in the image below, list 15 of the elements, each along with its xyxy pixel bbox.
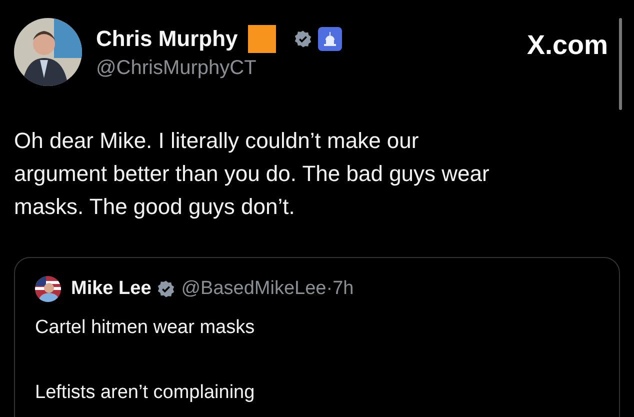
quoted-post-card[interactable]: Mike Lee @BasedMikeLee·7h Cartel hitmen wear masks Leftists aren’t complaining <box>14 257 620 417</box>
capitol-icon <box>318 26 342 50</box>
quoted-author-name[interactable]: Mike Lee <box>71 278 152 300</box>
square-emoji-icon <box>248 24 276 52</box>
verified-badge-icon <box>157 280 176 298</box>
quoted-author-handle[interactable]: @BasedMikeLee <box>181 278 326 300</box>
verified-badge-icon <box>294 30 312 48</box>
quoted-post-text: Cartel hitmen wear masks <box>35 316 256 340</box>
site-logo: X.com <box>526 30 608 60</box>
scrollbar[interactable] <box>619 18 622 110</box>
post-text: Oh dear Mike. I literally couldn’t make our argument better than you do. The bad guys wear masks. The good guys don’t. <box>14 127 490 221</box>
post-time: ·7h <box>326 278 354 300</box>
author-name[interactable]: Chris Murphy <box>96 26 238 52</box>
author-handle[interactable]: @ChrisMurphyCT <box>96 56 513 80</box>
quoted-post-text: Leftists aren’t complaining <box>35 381 256 405</box>
